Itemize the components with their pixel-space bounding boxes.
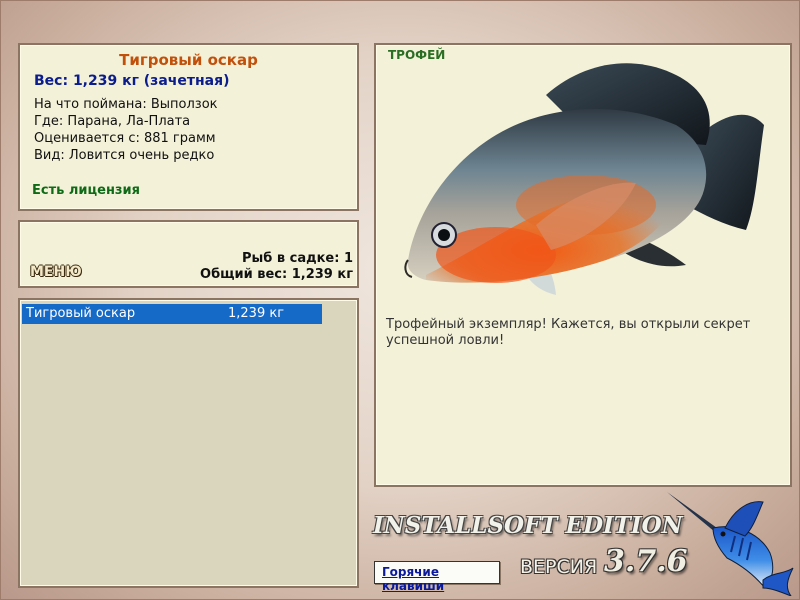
- brand-title: INSTALLSOFT EDITION: [373, 512, 683, 539]
- fish-count: Рыб в садке: 1: [241, 251, 353, 266]
- fish-weight: Вес: 1,239 кг (зачетная): [34, 73, 230, 89]
- list-item-name: Тигровый оскар: [26, 306, 136, 321]
- version-label: ВЕРСИЯ: [520, 556, 598, 578]
- trophy-label: ТРОФЕЙ: [388, 48, 446, 62]
- total-weight: Общий вес: 1,239 кг: [200, 267, 353, 282]
- list-item-weight: 1,239 кг: [228, 306, 285, 321]
- catch-list[interactable]: Тигровый оскар 1,239 кг: [18, 298, 359, 588]
- fish-name: Тигровый оскар: [119, 51, 258, 69]
- tiger-oscar-fish-image: [404, 63, 764, 295]
- location-line: Где: Парана, Ла-Плата: [34, 114, 191, 129]
- list-item[interactable]: Тигровый оскар 1,239 кг: [22, 304, 322, 324]
- license-status: Есть лицензия: [32, 183, 140, 198]
- fish-info-panel: Тигровый оскар Вес: 1,239 кг (зачетная) …: [18, 43, 359, 211]
- marlin-logo: [667, 492, 794, 596]
- hotkeys-button[interactable]: Горячие клавиши: [374, 561, 500, 593]
- valuation-line: Оценивается с: 881 грамм: [34, 131, 216, 146]
- bait-line: На что поймана: Выползок: [34, 97, 218, 112]
- rarity-line: Вид: Ловится очень редко: [34, 148, 215, 163]
- menu-button[interactable]: МЕНЮ: [30, 264, 82, 280]
- keepnet-summary-panel: МЕНЮ Рыб в садке: 1 Общий вес: 1,239 кг: [18, 220, 359, 288]
- trophy-panel: ТРОФЕЙ Трофейный экземпляр! Кажется, вы …: [374, 43, 792, 487]
- hotkeys-link[interactable]: Горячие клавиши: [382, 565, 499, 593]
- trophy-message: Трофейный экземпляр! Кажется, вы открыли…: [386, 317, 751, 348]
